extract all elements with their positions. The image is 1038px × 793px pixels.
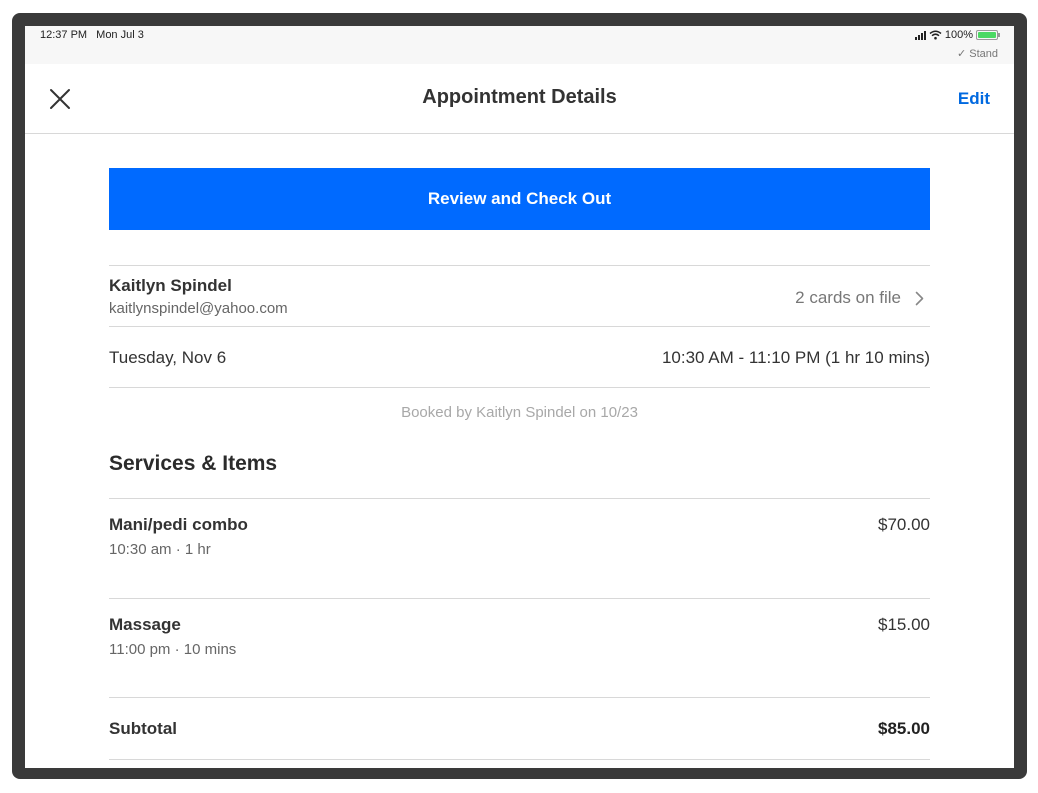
subtotal-row: Subtotal $85.00 bbox=[109, 697, 930, 760]
review-and-check-out-button[interactable]: Review and Check Out bbox=[109, 168, 930, 230]
booked-by-note: Booked by Kaitlyn Spindel on 10/23 bbox=[401, 404, 638, 421]
navigation-bar: Appointment Details Edit bbox=[25, 64, 1014, 134]
schedule-row: Tuesday, Nov 6 10:30 AM - 11:10 PM (1 hr… bbox=[109, 326, 930, 387]
divider bbox=[109, 387, 930, 389]
page-title: Appointment Details bbox=[422, 86, 617, 108]
service-item-meta: 11:00 pm · 10 mins bbox=[109, 641, 237, 658]
service-item-name: Massage bbox=[109, 615, 181, 634]
service-item-meta: 10:30 am · 1 hr bbox=[109, 541, 211, 558]
appointment-time-range: 10:30 AM - 11:10 PM (1 hr 10 mins) bbox=[661, 348, 930, 367]
status-date: Mon Jul 3 bbox=[96, 29, 144, 41]
chevron-right-icon bbox=[915, 291, 924, 305]
edit-button[interactable]: Edit bbox=[958, 89, 990, 109]
customer-row[interactable]: Kaitlyn Spindel kaitlynspindel@yahoo.com… bbox=[109, 265, 930, 326]
subtotal-value: $85.00 bbox=[878, 719, 930, 738]
stand-indicator: ✓ Stand bbox=[956, 48, 998, 60]
app-screen: 12:37 PM Mon Jul 3 100% ✓ Stand Appointm… bbox=[25, 26, 1014, 768]
battery-icon bbox=[976, 30, 1000, 40]
subtotal-label: Subtotal bbox=[109, 719, 177, 738]
service-item-name: Mani/pedi combo bbox=[109, 515, 248, 534]
status-bar: 12:37 PM Mon Jul 3 100% ✓ Stand bbox=[25, 26, 1014, 64]
cards-on-file-label: 2 cards on file bbox=[795, 288, 901, 307]
service-item-row[interactable]: Massage 11:00 pm · 10 mins $15.00 bbox=[109, 598, 930, 697]
cards-on-file-link[interactable]: 2 cards on file bbox=[795, 288, 924, 308]
service-item-price: $70.00 bbox=[878, 515, 930, 534]
service-item-price: $15.00 bbox=[878, 615, 930, 634]
battery-percent: 100% bbox=[944, 29, 973, 41]
signal-icon bbox=[914, 30, 926, 40]
checkmark-icon: ✓ bbox=[956, 48, 967, 60]
divider bbox=[109, 759, 930, 761]
customer-email: kaitlynspindel@yahoo.com bbox=[109, 300, 288, 317]
appointment-content: Review and Check Out Kaitlyn Spindel kai… bbox=[109, 168, 930, 760]
appointment-date: Tuesday, Nov 6 bbox=[109, 348, 227, 367]
service-item-row[interactable]: Mani/pedi combo 10:30 am · 1 hr $70.00 bbox=[109, 498, 930, 598]
wifi-icon bbox=[929, 30, 942, 40]
customer-name: Kaitlyn Spindel bbox=[109, 276, 232, 295]
status-time: 12:37 PM bbox=[40, 29, 88, 41]
services-section-title: Services & Items bbox=[109, 452, 278, 475]
